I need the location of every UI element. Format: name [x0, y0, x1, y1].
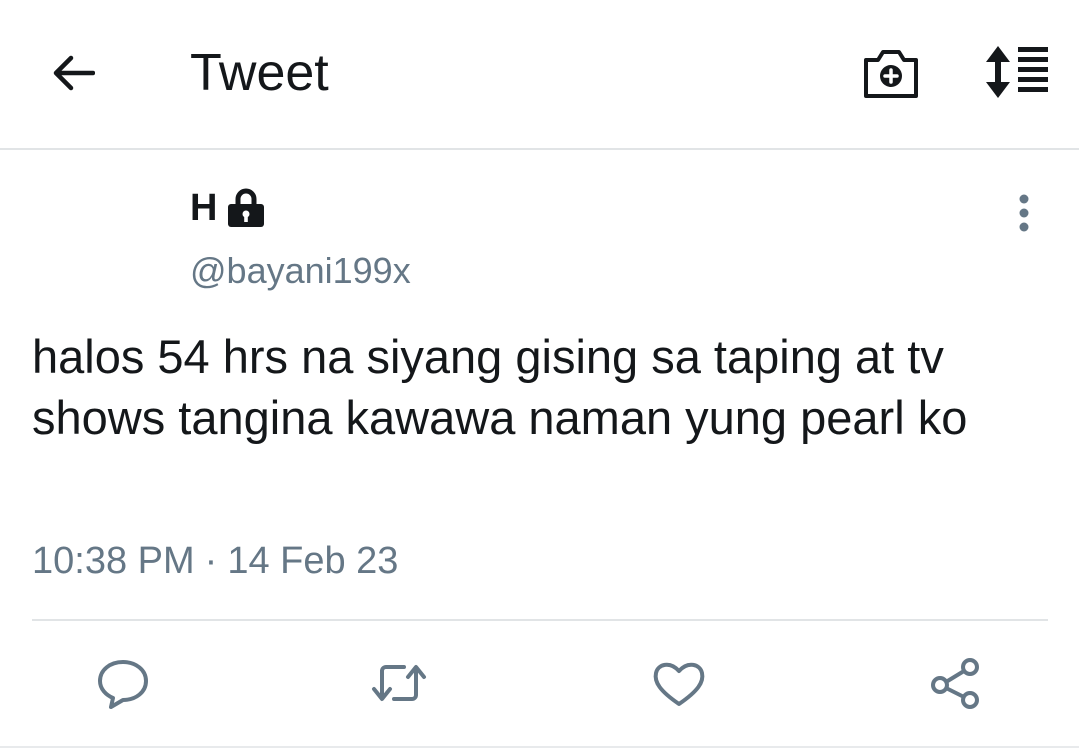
top-app-bar: Tweet — [0, 0, 1079, 150]
meta-separator: · — [204, 540, 218, 582]
back-button[interactable] — [48, 48, 98, 98]
tweet-text: halos 54 hrs na siyang gising sa taping … — [32, 330, 968, 444]
more-vertical-icon — [1019, 194, 1029, 232]
tweet-time: 10:38 PM — [32, 540, 195, 582]
tweet-timestamp: 10:38 PM · 14 Feb 23 — [32, 540, 398, 583]
add-photo-button[interactable] — [860, 44, 922, 102]
divider — [32, 619, 1048, 621]
display-name: H — [190, 186, 218, 229]
like-button[interactable] — [650, 654, 708, 712]
lock-icon — [228, 188, 265, 227]
page-title: Tweet — [190, 44, 329, 102]
add-photo-icon — [864, 50, 918, 98]
tweet-date: 14 Feb 23 — [227, 540, 399, 582]
share-icon — [931, 658, 979, 709]
retweet-button[interactable] — [370, 654, 428, 712]
arrow-left-icon — [53, 55, 95, 91]
reply-icon — [98, 660, 148, 709]
more-options-button[interactable] — [1006, 190, 1042, 238]
sort-button[interactable] — [984, 44, 1050, 100]
like-icon — [653, 662, 705, 706]
retweet-icon — [372, 665, 426, 701]
user-handle[interactable]: @bayani199x — [190, 250, 411, 292]
avatar[interactable] — [32, 180, 162, 310]
author-name-row[interactable]: H — [190, 184, 265, 232]
reply-button[interactable] — [94, 654, 152, 712]
sort-list-icon — [986, 46, 1048, 98]
share-button[interactable] — [928, 654, 986, 712]
